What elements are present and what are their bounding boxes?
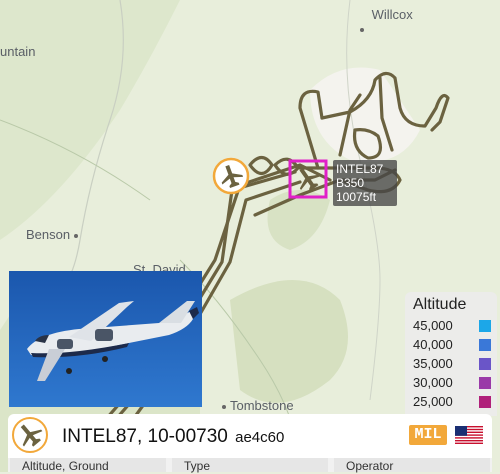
hex-code: ae4c60 <box>235 429 285 446</box>
column-type[interactable]: Type <box>172 458 328 473</box>
info-panel-header[interactable]: INTEL87, 10-00730 ae4c60 MIL <box>8 414 492 458</box>
place-dot <box>360 27 364 32</box>
legend-value: 40,000 <box>413 337 453 352</box>
place-dot <box>222 404 226 409</box>
legend-row: 25,000 <box>405 392 497 411</box>
legend-swatch <box>479 357 491 370</box>
legend-row: 30,000 <box>405 373 497 392</box>
legend-value: 30,000 <box>413 375 453 390</box>
aircraft-label[interactable]: INTEL87 B350 10075ft <box>333 160 397 206</box>
legend-swatch <box>479 319 491 332</box>
us-flag-icon <box>455 426 483 444</box>
aircraft-label-callsign: INTEL87 <box>336 162 384 176</box>
column-altitude-ground[interactable]: Altitude, Ground <box>10 458 166 473</box>
callsign-text: INTEL87, 10-00730 <box>62 426 228 447</box>
place-dot <box>74 233 79 238</box>
legend-value: 35,000 <box>413 356 453 371</box>
military-badge: MIL <box>409 425 447 445</box>
aircraft-icon <box>12 417 48 453</box>
legend-value: 45,000 <box>413 318 453 333</box>
legend-swatch <box>479 395 491 408</box>
legend-swatch <box>479 376 491 389</box>
aircraft-photo[interactable] <box>9 271 202 407</box>
place-label-tombstone: Tombstone <box>218 398 294 413</box>
legend-row: 35,000 <box>405 354 497 373</box>
tracked-aircraft-icon <box>212 157 250 195</box>
place-label-willcox: Willcox <box>356 7 413 32</box>
column-operator[interactable]: Operator <box>334 458 490 473</box>
legend-swatch <box>479 338 491 351</box>
aircraft-label-altitude: 10075ft <box>336 190 377 204</box>
aircraft-label-type: B350 <box>336 176 365 190</box>
aircraft-info-panel[interactable]: INTEL87, 10-00730 ae4c60 MIL Altitude, G… <box>8 414 492 473</box>
info-columns: Altitude, Ground Type Operator <box>8 458 492 473</box>
legend-title: Altitude <box>413 296 467 313</box>
legend-row: 45,000 <box>405 316 497 335</box>
place-label-benson: Benson <box>26 227 82 242</box>
callsign-title: INTEL87, 10-00730 ae4c60 <box>62 426 284 448</box>
legend-value: 25,000 <box>413 394 453 409</box>
place-label-mountain: untain <box>0 44 36 59</box>
legend-row: 40,000 <box>405 335 497 354</box>
altitude-legend: Altitude 45,000 40,000 35,000 30,000 25,… <box>405 292 497 416</box>
